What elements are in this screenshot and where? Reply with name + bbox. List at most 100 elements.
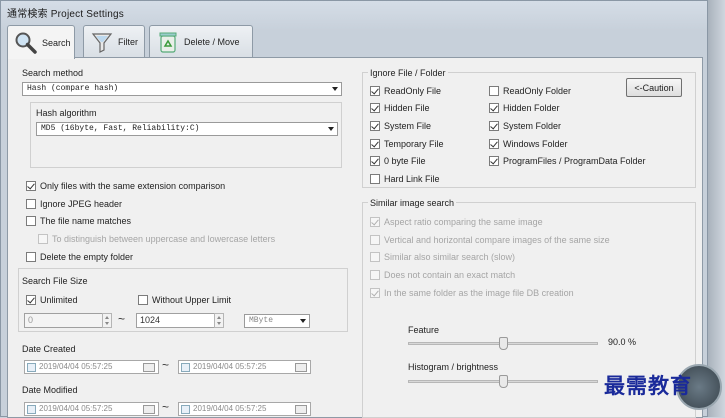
tab-delete-move[interactable]: Delete / Move bbox=[149, 25, 253, 57]
similar-image-label: Similar image search bbox=[368, 198, 457, 208]
date-value: 2019/04/04 05:57:25 bbox=[193, 404, 267, 413]
similar-option-label: Similar also similar search (slow) bbox=[384, 252, 516, 262]
checkbox[interactable] bbox=[370, 174, 380, 184]
feature-value: 90.0 % bbox=[608, 337, 637, 347]
date-value: 2019/04/04 05:57:25 bbox=[39, 362, 113, 371]
option-ignore-jpeg-header[interactable]: Ignore JPEG header bbox=[26, 198, 122, 210]
tab-filter[interactable]: Filter bbox=[83, 25, 145, 57]
max-size-input[interactable]: 1024 bbox=[136, 313, 216, 328]
project-settings-window: 通常検索 Project Settings Search Filter Dele… bbox=[0, 0, 708, 418]
caution-button[interactable]: <-Caution bbox=[626, 78, 682, 97]
checkbox[interactable] bbox=[370, 121, 380, 131]
watermark-logo: 最需教育 bbox=[604, 374, 692, 398]
ignore-label-text: ReadOnly File bbox=[384, 86, 442, 96]
date-checkbox[interactable] bbox=[27, 363, 36, 372]
checkbox[interactable] bbox=[370, 156, 380, 166]
option-label: To distinguish between uppercase and low… bbox=[52, 234, 276, 244]
checkbox[interactable] bbox=[489, 121, 499, 131]
similar-option-label: Does not contain an exact match bbox=[384, 270, 516, 280]
hash-algorithm-value: MD5 (16byte, Fast, Reliability:C) bbox=[41, 124, 200, 133]
option-case-sensitive: To distinguish between uppercase and low… bbox=[38, 233, 275, 245]
ignore-label-text: ProgramFiles / ProgramData Folder bbox=[503, 156, 646, 166]
size-unit-value: MByte bbox=[249, 316, 274, 325]
calendar-icon[interactable] bbox=[143, 405, 155, 414]
filter-icon bbox=[90, 30, 114, 54]
checkbox[interactable] bbox=[26, 181, 36, 191]
ignore-hard-link-file[interactable]: Hard Link File bbox=[370, 173, 440, 185]
option-file-name-matches[interactable]: The file name matches bbox=[26, 215, 131, 227]
min-size-spinner[interactable] bbox=[102, 313, 112, 328]
checkbox bbox=[370, 288, 380, 298]
ignore-hidden-folder[interactable]: Hidden Folder bbox=[489, 102, 560, 114]
date-checkbox[interactable] bbox=[181, 363, 190, 372]
min-size-input[interactable]: 0 bbox=[24, 313, 104, 328]
search-method-select[interactable]: Hash (compare hash) bbox=[22, 82, 342, 96]
hash-algorithm-select[interactable]: MD5 (16byte, Fast, Reliability:C) bbox=[36, 122, 338, 136]
unlimited-checkbox-row[interactable]: Unlimited bbox=[26, 294, 78, 306]
checkbox bbox=[370, 235, 380, 245]
checkbox[interactable] bbox=[370, 139, 380, 149]
checkbox[interactable] bbox=[489, 86, 499, 96]
date-modified-from[interactable]: 2019/04/04 05:57:25 bbox=[24, 402, 159, 416]
ignore-label-text: Hard Link File bbox=[384, 174, 440, 184]
ignore-temporary-file[interactable]: Temporary File bbox=[370, 138, 444, 150]
checkbox[interactable] bbox=[489, 156, 499, 166]
ignore-label-text: Windows Folder bbox=[503, 139, 568, 149]
search-method-value: Hash (compare hash) bbox=[27, 84, 119, 93]
similar-option-label: Aspect ratio comparing the same image bbox=[384, 217, 543, 227]
range-tilde: ~ bbox=[118, 312, 126, 326]
date-created-to[interactable]: 2019/04/04 05:57:25 bbox=[178, 360, 311, 374]
checkbox[interactable] bbox=[26, 295, 36, 305]
calendar-icon[interactable] bbox=[143, 363, 155, 372]
ignore-hidden-file[interactable]: Hidden File bbox=[370, 102, 430, 114]
ignore-system-folder[interactable]: System Folder bbox=[489, 120, 561, 132]
date-checkbox[interactable] bbox=[27, 405, 36, 414]
calendar-icon[interactable] bbox=[295, 363, 307, 372]
ignore-windows-folder[interactable]: Windows Folder bbox=[489, 138, 568, 150]
chevron-down-icon bbox=[300, 319, 306, 323]
ignore-label-text: Hidden File bbox=[384, 103, 430, 113]
calendar-icon[interactable] bbox=[295, 405, 307, 414]
ignore-programfiles-folder[interactable]: ProgramFiles / ProgramData Folder bbox=[489, 155, 646, 167]
ignore-label-text: System Folder bbox=[503, 121, 562, 131]
size-unit-select[interactable]: MByte bbox=[244, 314, 310, 328]
max-size-spinner[interactable] bbox=[214, 313, 224, 328]
feature-slider-thumb[interactable] bbox=[499, 337, 508, 350]
ignore-zero-byte-file[interactable]: 0 byte File bbox=[370, 155, 426, 167]
ignore-label-text: System File bbox=[384, 121, 432, 131]
option-same-extension[interactable]: Only files with the same extension compa… bbox=[26, 180, 225, 192]
option-delete-empty-folder[interactable]: Delete the empty folder bbox=[26, 251, 133, 263]
feature-label: Feature bbox=[408, 325, 440, 335]
date-modified-to[interactable]: 2019/04/04 05:57:25 bbox=[178, 402, 311, 416]
similar-option-label: In the same folder as the image file DB … bbox=[384, 288, 574, 298]
search-settings-panel: Search method Hash (compare hash) Hash a… bbox=[7, 57, 703, 418]
checkbox[interactable] bbox=[489, 139, 499, 149]
ignore-label-text: Temporary File bbox=[384, 139, 444, 149]
checkbox[interactable] bbox=[26, 199, 36, 209]
window-title: 通常検索 Project Settings bbox=[7, 9, 125, 20]
date-created-from[interactable]: 2019/04/04 05:57:25 bbox=[24, 360, 159, 374]
checkbox[interactable] bbox=[26, 252, 36, 262]
checkbox[interactable] bbox=[370, 103, 380, 113]
histogram-label: Histogram / brightness bbox=[408, 362, 499, 372]
checkbox[interactable] bbox=[26, 216, 36, 226]
date-checkbox[interactable] bbox=[181, 405, 190, 414]
range-tilde: ~ bbox=[162, 400, 170, 414]
checkbox[interactable] bbox=[370, 86, 380, 96]
tab-filter-label: Filter bbox=[118, 36, 138, 47]
tab-search-label: Search bbox=[42, 37, 71, 48]
without-upper-limit-row[interactable]: Without Upper Limit bbox=[138, 294, 231, 306]
similar-vertical-horizontal: Vertical and horizontal compare images o… bbox=[370, 234, 610, 246]
ignore-label-text: ReadOnly Folder bbox=[503, 86, 572, 96]
ignore-system-file[interactable]: System File bbox=[370, 120, 431, 132]
ignore-label-text: Hidden Folder bbox=[503, 103, 560, 113]
checkbox bbox=[370, 270, 380, 280]
ignore-label: Ignore File / Folder bbox=[368, 68, 448, 78]
checkbox[interactable] bbox=[489, 103, 499, 113]
checkbox[interactable] bbox=[138, 295, 148, 305]
histogram-slider-thumb[interactable] bbox=[499, 375, 508, 388]
ignore-readonly-file[interactable]: ReadOnly File bbox=[370, 85, 441, 97]
ignore-readonly-folder[interactable]: ReadOnly Folder bbox=[489, 85, 571, 97]
similar-no-exact-match: Does not contain an exact match bbox=[370, 269, 515, 281]
tab-search[interactable]: Search bbox=[7, 25, 75, 59]
